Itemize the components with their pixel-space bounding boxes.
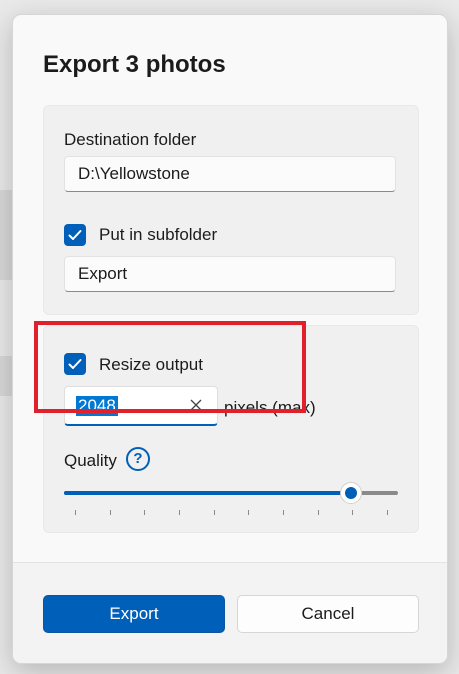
resize-output-checkbox[interactable]	[64, 353, 86, 375]
export-button[interactable]: Export	[43, 595, 225, 633]
background-fragment	[0, 356, 12, 396]
subfolder-checkbox[interactable]	[64, 224, 86, 246]
help-icon[interactable]: ?	[126, 447, 150, 471]
quality-slider-tick	[213, 510, 215, 515]
dialog-title: Export 3 photos	[43, 51, 226, 78]
checkmark-icon	[68, 359, 82, 369]
quality-label: Quality	[64, 451, 117, 470]
background-fragment	[0, 190, 12, 280]
resize-pixels-value: 2048	[76, 396, 118, 416]
destination-folder-label: Destination folder	[64, 130, 197, 149]
destination-card: Destination folder D:\Yellowstone Put in…	[43, 105, 419, 315]
quality-slider-tick	[75, 510, 76, 515]
resize-unit-label: pixels (max)	[224, 398, 316, 417]
dialog-footer: Export Cancel	[13, 562, 447, 663]
quality-slider-tick	[387, 510, 388, 515]
resize-output-label: Resize output	[99, 355, 203, 374]
quality-slider-tick	[179, 510, 180, 515]
export-dialog: Export 3 photos Destination folder D:\Ye…	[12, 14, 448, 664]
destination-folder-field[interactable]: D:\Yellowstone	[64, 156, 396, 192]
quality-slider-tick	[283, 510, 284, 515]
clear-icon[interactable]	[187, 396, 205, 414]
quality-slider-tick	[144, 510, 146, 515]
checkmark-icon	[68, 230, 82, 240]
cancel-button[interactable]: Cancel	[237, 595, 419, 633]
subfolder-name-field[interactable]: Export	[64, 256, 396, 292]
output-options-card: Resize output 2048 pixels (max) Quality …	[43, 325, 419, 533]
quality-slider-tick	[248, 510, 250, 515]
quality-slider-thumb[interactable]	[340, 482, 362, 504]
quality-slider-tick	[352, 510, 354, 515]
resize-pixels-input[interactable]: 2048	[64, 386, 218, 426]
quality-slider-fill	[64, 491, 351, 495]
subfolder-checkbox-label: Put in subfolder	[99, 225, 218, 244]
quality-slider-tick	[109, 510, 111, 515]
quality-slider-tick	[317, 510, 319, 515]
quality-slider[interactable]	[64, 482, 398, 504]
